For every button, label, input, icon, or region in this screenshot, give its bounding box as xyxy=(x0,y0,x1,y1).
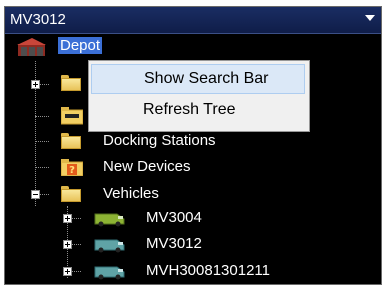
van-icon-teal xyxy=(94,266,125,280)
van-icon-teal xyxy=(94,239,125,253)
van-icon-green xyxy=(94,213,125,227)
tree-node-label: MV3012 xyxy=(146,235,202,252)
tree-node-label: Docking Stations xyxy=(103,132,216,149)
tree-line xyxy=(35,141,49,142)
tree-node-docking-stations[interactable]: Docking Stations xyxy=(61,131,261,153)
device-selector-dropdown[interactable]: MV3012 xyxy=(5,7,381,34)
selected-device-title: MV3012 xyxy=(10,11,66,28)
menu-item-refresh-tree[interactable]: Refresh Tree xyxy=(91,96,305,126)
tree-line xyxy=(35,116,49,117)
tree-node-depot[interactable]: Depot xyxy=(15,35,135,57)
tree-node-label: MVH30081301211 xyxy=(146,262,270,279)
screenshot-frame: MV3012 Depot Docking Stations ? New Devi… xyxy=(0,0,386,289)
tree-line xyxy=(35,167,49,168)
tree-node-label: New Devices xyxy=(103,158,191,175)
expand-toggle[interactable] xyxy=(63,267,72,276)
expand-toggle[interactable] xyxy=(63,240,72,249)
tree-node-vehicle[interactable]: MV3012 xyxy=(93,234,293,256)
collapse-toggle[interactable] xyxy=(31,190,40,199)
tree-node-vehicles[interactable]: Vehicles xyxy=(61,184,261,206)
tools-folder-icon xyxy=(61,107,83,125)
folder-icon xyxy=(61,75,81,91)
menu-item-label: Refresh Tree xyxy=(143,101,236,118)
device-tree-panel: MV3012 Depot Docking Stations ? New Devi… xyxy=(4,6,382,285)
depot-icon xyxy=(17,38,46,56)
tree-node-label: MV3004 xyxy=(146,209,202,226)
svg-text:?: ? xyxy=(69,165,75,176)
menu-item-label: Show Search Bar xyxy=(144,70,269,87)
tree-node-vehicle[interactable]: MVH30081301211 xyxy=(93,261,313,283)
expand-toggle[interactable] xyxy=(63,214,72,223)
tree-node-vehicle[interactable]: MV3004 xyxy=(93,208,293,230)
expand-toggle[interactable] xyxy=(31,80,40,89)
folder-icon xyxy=(61,186,81,202)
folder-icon xyxy=(61,133,81,149)
tree-node-new-devices[interactable]: ? New Devices xyxy=(61,157,261,179)
folder-question-icon: ? xyxy=(61,159,83,176)
context-menu: Show Search Bar Refresh Tree xyxy=(88,60,310,132)
menu-item-show-search-bar[interactable]: Show Search Bar xyxy=(91,64,305,94)
chevron-down-icon[interactable] xyxy=(365,15,375,21)
tree-node-label: Depot xyxy=(58,37,103,54)
tree-node-label: Vehicles xyxy=(103,185,159,202)
